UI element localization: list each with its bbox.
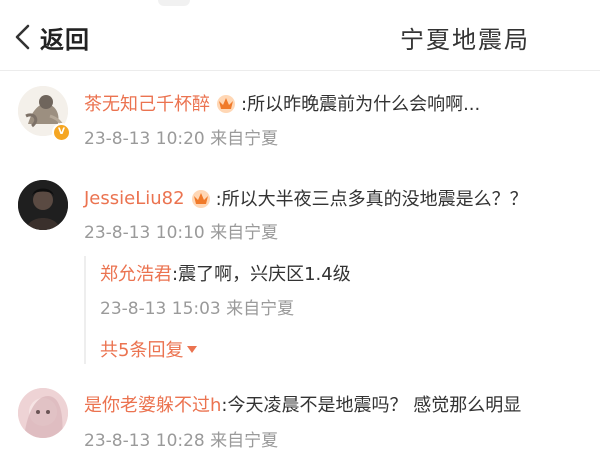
comment-line: JessieLiu82 :所以大半夜三点多真的没地震是么？？: [84, 185, 528, 211]
more-replies-label: 共5条回复: [100, 340, 184, 361]
verified-badge-icon: V: [52, 123, 71, 142]
comment-text: :今天凌晨不是地震吗？ 感觉那么明显: [221, 395, 522, 416]
comment-text: :所以大半夜三点多真的没地震是么？？: [215, 189, 528, 210]
comment-line: 茶无知己千杯醉 :所以昨晚震前为什么会响啊...: [84, 90, 480, 116]
crown-badge-icon: [217, 95, 235, 113]
comment-username[interactable]: 茶无知己千杯醉: [84, 90, 210, 116]
page-title: 宁夏地震局: [400, 26, 530, 54]
reply-line: 郑允浩君:震了啊，兴庆区1.4级: [100, 260, 351, 286]
avatar[interactable]: [18, 388, 68, 438]
comment-timestamp: 23-8-13 10:10 来自宁夏: [84, 223, 279, 243]
avatar[interactable]: [18, 180, 68, 230]
comment-username[interactable]: 是你老婆躲不过h: [84, 391, 221, 417]
reply-username[interactable]: 郑允浩君: [100, 264, 172, 285]
reply-divider: [84, 256, 86, 364]
comment-line: 是你老婆躲不过h:今天凌晨不是地震吗？ 感觉那么明显: [84, 391, 521, 417]
more-replies-link[interactable]: 共5条回复: [100, 336, 198, 362]
comment-timestamp: 23-8-13 10:20 来自宁夏: [84, 129, 279, 149]
crown-badge-icon: [191, 190, 210, 208]
comment-text: :所以昨晚震前为什么会响啊...: [241, 94, 481, 115]
status-pill: [158, 0, 190, 6]
back-label: 返回: [40, 25, 90, 54]
chevron-left-icon: [15, 24, 30, 50]
caret-down-icon: [187, 345, 198, 353]
back-button[interactable]: 返回: [14, 22, 90, 54]
comment-timestamp: 23-8-13 10:28 来自宁夏: [84, 431, 279, 451]
reply-text: :震了啊，兴庆区1.4级: [172, 264, 351, 285]
reply-timestamp: 23-8-13 15:03 来自宁夏: [100, 299, 295, 319]
comment-username[interactable]: JessieLiu82: [84, 188, 185, 209]
top-navigation-bar: 返回 宁夏地震局: [0, 0, 600, 71]
